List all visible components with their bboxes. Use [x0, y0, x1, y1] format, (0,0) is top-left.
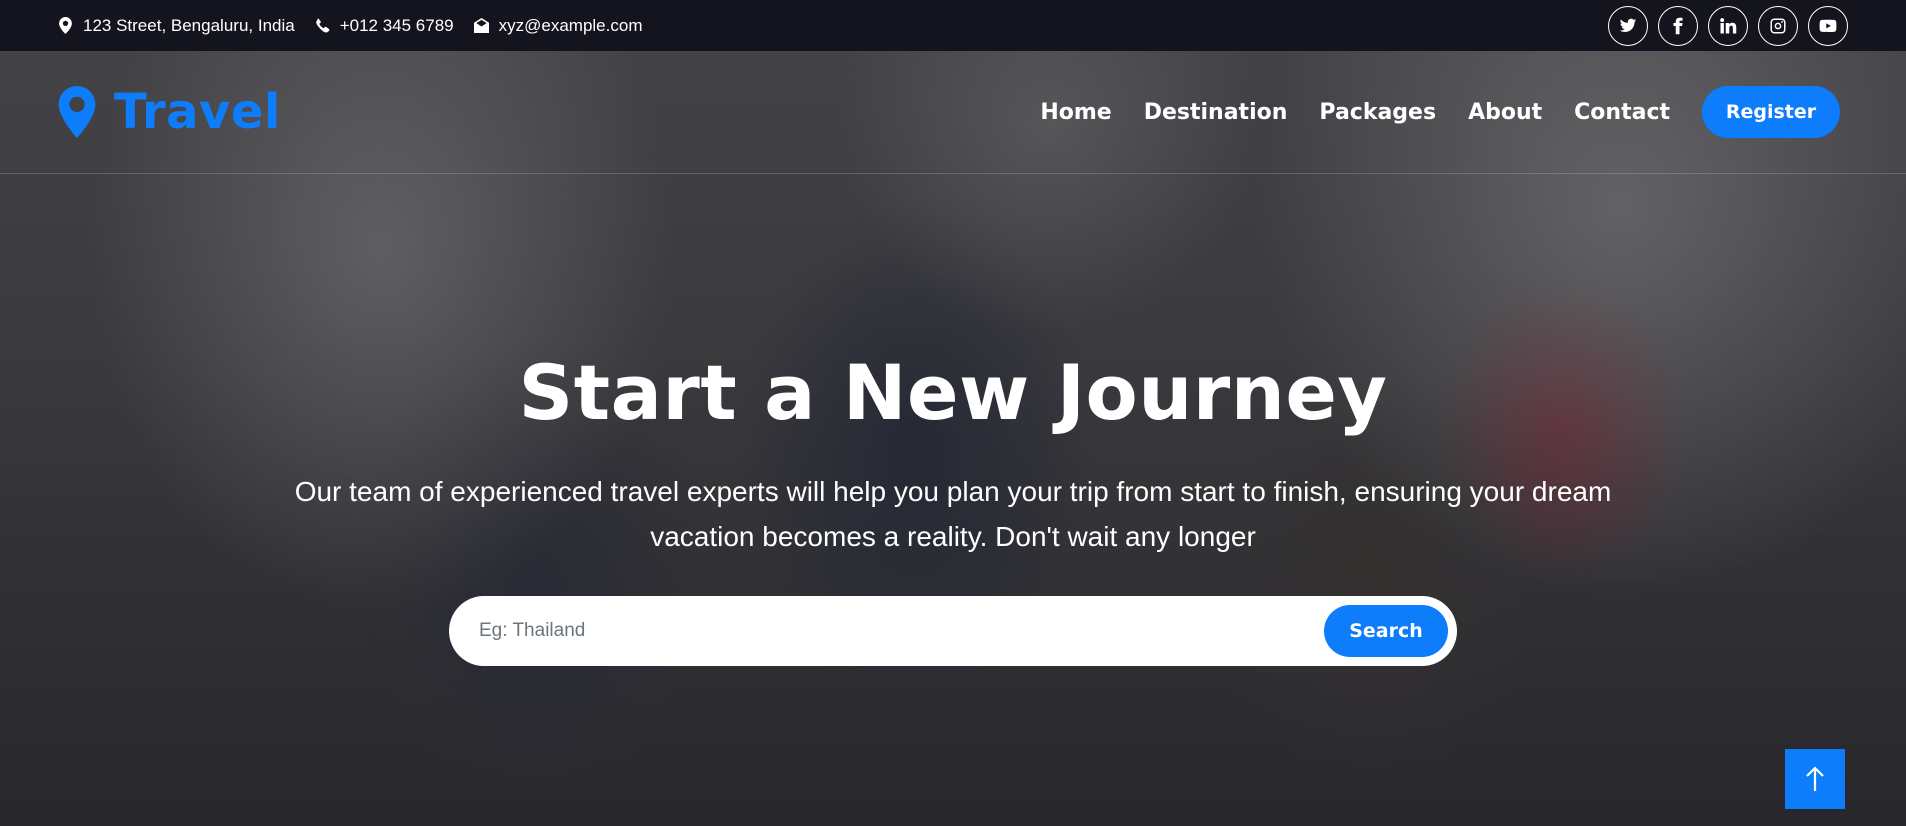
twitter-icon: [1619, 18, 1637, 32]
nav-home[interactable]: Home: [1040, 100, 1111, 125]
email-item: xyz@example.com: [473, 15, 643, 36]
email-text: xyz@example.com: [498, 15, 643, 35]
brand-name: Travel: [114, 84, 281, 140]
nav-about[interactable]: About: [1468, 100, 1542, 125]
topbar: 123 Street, Bengaluru, India +012 345 67…: [0, 0, 1906, 51]
linkedin-icon: [1720, 17, 1737, 33]
address-item: 123 Street, Bengaluru, India: [58, 16, 295, 36]
phone-text: +012 345 6789: [339, 15, 454, 35]
arrow-up-icon: [1806, 766, 1824, 791]
youtube-icon: [1819, 19, 1837, 32]
phone-icon: [315, 18, 330, 33]
search-button[interactable]: Search: [1324, 605, 1448, 657]
register-button[interactable]: Register: [1702, 86, 1840, 138]
linkedin-link[interactable]: [1708, 5, 1748, 46]
instagram-icon: [1770, 18, 1786, 33]
hero-title: Start a New Journey: [518, 348, 1388, 437]
address-text: 123 Street, Bengaluru, India: [83, 15, 295, 35]
social-links: [1608, 5, 1848, 46]
nav-contact[interactable]: Contact: [1574, 100, 1670, 125]
search-input[interactable]: [479, 620, 1279, 642]
instagram-link[interactable]: [1758, 5, 1798, 46]
hero-section: Start a New Journey Our team of experien…: [0, 174, 1906, 666]
map-marker-icon: [58, 86, 96, 138]
main-nav: Home Destination Packages About Contact …: [1040, 86, 1840, 138]
facebook-icon: [1673, 17, 1683, 34]
hero-description: Our team of experienced travel experts w…: [294, 476, 1612, 552]
search-bar: Search: [449, 596, 1457, 666]
nav-packages[interactable]: Packages: [1319, 100, 1436, 125]
back-to-top-button[interactable]: [1785, 749, 1845, 809]
brand-logo[interactable]: Travel: [58, 84, 281, 140]
nav-destination[interactable]: Destination: [1144, 100, 1288, 125]
phone-item: +012 345 6789: [315, 16, 454, 36]
contact-info: 123 Street, Bengaluru, India +012 345 67…: [58, 16, 642, 36]
twitter-link[interactable]: [1608, 5, 1648, 46]
youtube-link[interactable]: [1808, 5, 1848, 46]
envelope-open-icon: [473, 18, 489, 33]
facebook-link[interactable]: [1658, 5, 1698, 46]
map-marker-icon: [59, 17, 72, 34]
navbar: Travel Home Destination Packages About C…: [0, 51, 1906, 174]
